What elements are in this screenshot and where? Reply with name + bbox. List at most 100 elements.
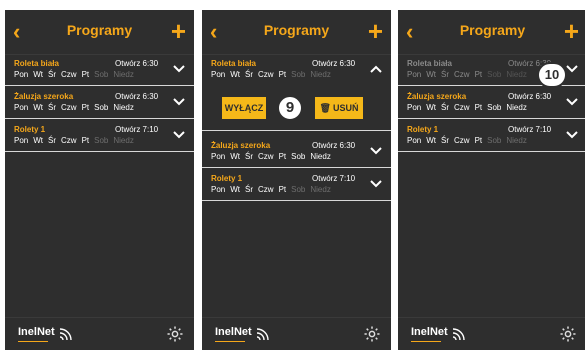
day-czw: Czw: [258, 70, 274, 79]
day-wt: Wt: [230, 70, 241, 79]
header: ‹ Programy +: [398, 10, 585, 55]
day-sob: Sob: [94, 70, 109, 79]
day-sr: Śr: [48, 103, 57, 112]
chevron-down-icon[interactable]: [368, 143, 384, 159]
day-sr: Śr: [245, 185, 254, 194]
day-wt: Wt: [230, 152, 241, 161]
day-sr: Śr: [245, 70, 254, 79]
logo-text: InelNet: [215, 326, 252, 338]
day-sr: Śr: [245, 152, 254, 161]
program-name: Rolety 1: [14, 125, 46, 134]
chevron-down-icon[interactable]: [564, 127, 580, 143]
step-badge-10: 10: [537, 62, 567, 88]
header: ‹ Programy +: [5, 10, 194, 55]
day-sob: Sob: [291, 70, 306, 79]
program-days: Pon Wt Śr Czw Pt Sob Niedz: [407, 103, 532, 112]
program-days: Pon Wt Śr Czw Pt Sob Niedz: [407, 136, 532, 145]
disable-button[interactable]: WYŁĄCZ: [222, 97, 266, 119]
day-pt: Pt: [474, 136, 483, 145]
day-sob: Sob: [94, 136, 109, 145]
day-wt: Wt: [33, 103, 44, 112]
day-sr: Śr: [441, 103, 450, 112]
day-pon: Pon: [14, 136, 29, 145]
day-sob: Sob: [487, 70, 502, 79]
day-pt: Pt: [81, 103, 90, 112]
program-name: Żaluzja szeroka: [407, 92, 467, 101]
day-sob: Sob: [94, 103, 109, 112]
day-niedz: Niedz: [310, 185, 331, 194]
day-czw: Czw: [61, 136, 77, 145]
footer: InelNet: [398, 317, 585, 350]
program-row-roleta-biala[interactable]: Roleta biała Otwórz 6:30 Pon Wt Śr Czw Pt Sob…: [5, 55, 194, 86]
gear-icon[interactable]: [363, 325, 381, 343]
day-pt: Pt: [278, 70, 287, 79]
program-row-rolety-1[interactable]: Rolety 1 Otwórz 7:10 Pon Wt Śr Czw Pt Sob Nied…: [5, 121, 194, 152]
day-pt: Pt: [278, 152, 287, 161]
program-row-roleta-biala[interactable]: Roleta biała Otwórz 6:30 Pon Wt Śr Czw Pt Sob…: [202, 55, 391, 85]
footer: InelNet: [202, 317, 391, 350]
day-czw: Czw: [454, 103, 470, 112]
day-czw: Czw: [61, 70, 77, 79]
program-row-zaluzja-szeroka[interactable]: Żaluzja szeroka Otwórz 6:30 Pon Wt Śr Czw Pt…: [202, 137, 391, 168]
day-wt: Wt: [33, 136, 44, 145]
program-row-zaluzja-szeroka[interactable]: Żaluzja szeroka Otwórz 6:30 Pon Wt Śr Czw Pt…: [5, 88, 194, 119]
program-time: Otwórz 6:30: [312, 141, 356, 150]
program-name: Żaluzja szeroka: [211, 141, 271, 150]
phone-screen-1: ‹ Programy + Roleta biała Otwórz 6:30 Po…: [5, 10, 194, 350]
day-sob: Sob: [487, 136, 502, 145]
day-czw: Czw: [258, 185, 274, 194]
program-row-zaluzja-szeroka[interactable]: Żaluzja szeroka Otwórz 6:30 Pon Wt Śr Czw Pt…: [398, 88, 585, 119]
wifi-icon: [59, 328, 72, 340]
chevron-down-icon[interactable]: [564, 94, 580, 110]
chevron-up-icon[interactable]: [368, 61, 384, 77]
day-pon: Pon: [407, 136, 422, 145]
program-name: Rolety 1: [211, 174, 243, 183]
day-pt: Pt: [474, 70, 483, 79]
chevron-down-icon[interactable]: [171, 94, 187, 110]
day-niedz: Niedz: [113, 136, 134, 145]
day-pon: Pon: [407, 103, 422, 112]
day-sob: Sob: [291, 152, 306, 161]
day-niedz: Niedz: [310, 70, 331, 79]
program-row-rolety-1[interactable]: Rolety 1 Otwórz 7:10 Pon Wt Śr Czw Pt Sob Nied…: [202, 170, 391, 201]
day-niedz: Niedz: [310, 152, 331, 161]
day-pt: Pt: [474, 103, 483, 112]
step-badge-9: 9: [277, 95, 303, 121]
inelnet-logo: InelNet: [215, 326, 269, 342]
program-days: Pon Wt Śr Czw Pt Sob Niedz: [14, 70, 139, 79]
page-title: Programy: [263, 22, 330, 38]
chevron-down-icon[interactable]: [368, 176, 384, 192]
footer: InelNet: [5, 317, 194, 350]
program-row-rolety-1[interactable]: Rolety 1 Otwórz 7:10 Pon Wt Śr Czw Pt Sob Nied…: [398, 121, 585, 152]
wifi-icon: [256, 328, 269, 340]
gear-icon[interactable]: [166, 325, 184, 343]
chevron-down-icon[interactable]: [171, 127, 187, 143]
logo-underline: [18, 341, 48, 342]
chevron-down-icon[interactable]: [171, 61, 187, 77]
plus-icon[interactable]: +: [564, 14, 579, 48]
logo-underline: [411, 341, 441, 342]
program-days: Pon Wt Śr Czw Pt Sob Niedz: [407, 70, 532, 79]
day-czw: Czw: [61, 103, 77, 112]
day-niedz: Niedz: [506, 70, 527, 79]
day-pon: Pon: [14, 103, 29, 112]
program-time: Otwórz 7:10: [312, 174, 356, 183]
day-wt: Wt: [426, 136, 437, 145]
plus-icon[interactable]: +: [171, 14, 186, 48]
day-wt: Wt: [426, 103, 437, 112]
day-pt: Pt: [81, 70, 90, 79]
program-days: Pon Wt Śr Czw Pt Sob Niedz: [211, 152, 336, 161]
day-niedz: Niedz: [506, 136, 527, 145]
phone-screen-2: ‹ Programy + Roleta biała Otwórz 6:30 Po…: [202, 10, 391, 350]
header: ‹ Programy +: [202, 10, 391, 55]
day-niedz: Niedz: [506, 103, 527, 112]
day-wt: Wt: [426, 70, 437, 79]
gear-icon[interactable]: [559, 325, 577, 343]
program-name: Roleta biała: [407, 59, 452, 68]
delete-button[interactable]: 🗑 USUŃ: [315, 97, 363, 119]
inelnet-logo: InelNet: [411, 326, 465, 342]
plus-icon[interactable]: +: [368, 14, 383, 48]
day-niedz: Niedz: [113, 103, 134, 112]
day-pon: Pon: [211, 185, 226, 194]
program-name: Roleta biała: [211, 59, 256, 68]
